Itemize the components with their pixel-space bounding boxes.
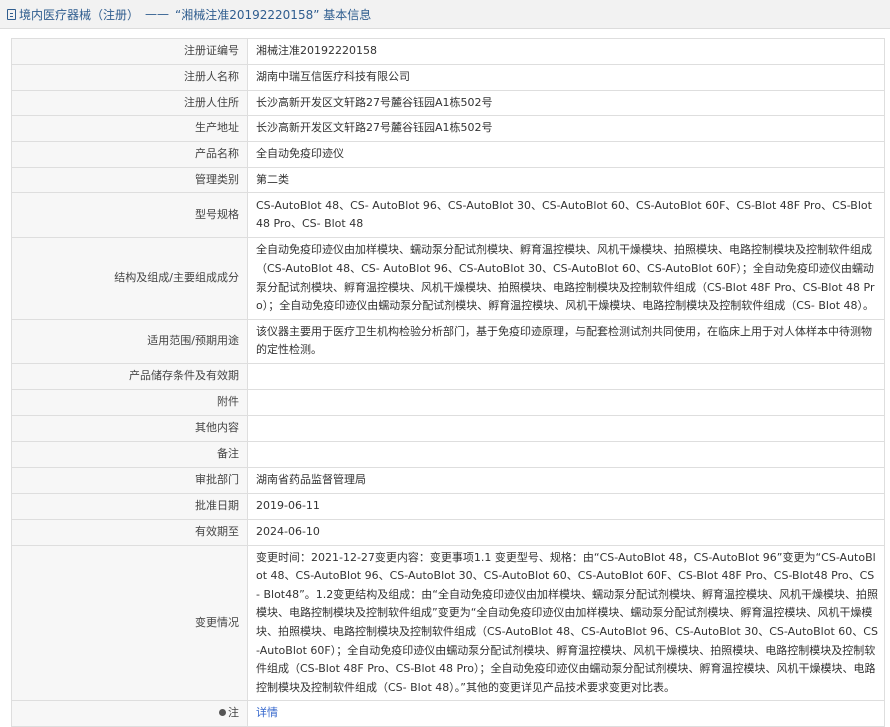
row-label: 产品名称 xyxy=(11,141,248,168)
header-category: 境内医疗器械（注册） xyxy=(19,7,140,22)
row-label: 有效期至 xyxy=(11,518,248,546)
details-link[interactable]: 详情 xyxy=(256,706,278,719)
table-row: 审批部门 湖南省药品监督管理局 xyxy=(11,466,885,494)
row-value: 长沙高新开发区文轩路27号麓谷钰园A1栋502号 xyxy=(247,115,885,143)
table-row: 注册人住所 长沙高新开发区文轩路27号麓谷钰园A1栋502号 xyxy=(11,89,885,117)
table-row: 结构及组成/主要组成成分 全自动免疫印迹仪由加样模块、蠕动泵分配试剂模块、孵育温控… xyxy=(11,237,885,320)
document-icon xyxy=(7,8,16,20)
info-table-container: 注册证编号 湘械注准20192220158 注册人名称 湖南中瑞互信医疗科技有限公司… xyxy=(11,38,885,727)
row-value: 2024-06-10 xyxy=(247,518,885,546)
table-row: 有效期至 2024-06-10 xyxy=(11,518,885,546)
row-label: 批准日期 xyxy=(11,492,248,520)
table-row: 产品名称 全自动免疫印迹仪 xyxy=(11,141,885,168)
info-table: 注册证编号 湘械注准20192220158 注册人名称 湖南中瑞互信医疗科技有限公司… xyxy=(11,38,885,727)
row-value: 湘械注准20192220158 xyxy=(247,38,885,65)
page-header: 境内医疗器械（注册） —— “湘械注准20192220158” 基本信息 xyxy=(0,0,890,29)
row-value xyxy=(247,388,885,416)
row-label: 结构及组成/主要组成成分 xyxy=(11,237,248,320)
table-row: 备注 xyxy=(11,440,885,468)
row-value xyxy=(247,414,885,442)
row-label: 注册人名称 xyxy=(11,64,248,91)
row-label: 其他内容 xyxy=(11,414,248,442)
table-row: 变更情况 变更时间：2021-12-27变更内容：变更事项1.1 变更型号、规格：… xyxy=(11,544,885,702)
table-row: 型号规格 CS-AutoBlot 48、CS- AutoBlot 96、CS-Au… xyxy=(11,192,885,239)
header-separator: —— xyxy=(145,7,170,21)
table-row: 注 详情 xyxy=(11,700,885,727)
row-value: 第二类 xyxy=(247,166,885,194)
table-row: 其他内容 xyxy=(11,414,885,442)
table-row: 管理类别 第二类 xyxy=(11,166,885,194)
table-row: 注册证编号 湘械注准20192220158 xyxy=(11,38,885,65)
note-label: 注 xyxy=(228,706,239,720)
row-label: 注册人住所 xyxy=(11,89,248,117)
row-label: 变更情况 xyxy=(11,544,248,702)
table-row: 附件 xyxy=(11,388,885,416)
row-label: 注册证编号 xyxy=(11,38,248,65)
row-label: 备注 xyxy=(11,440,248,468)
row-label: 附件 xyxy=(11,388,248,416)
row-value: CS-AutoBlot 48、CS- AutoBlot 96、CS-AutoBl… xyxy=(247,192,885,239)
row-label: 适用范围/预期用途 xyxy=(11,318,248,364)
row-label: 管理类别 xyxy=(11,166,248,194)
row-value: 2019-06-11 xyxy=(247,492,885,520)
table-row: 生产地址 长沙高新开发区文轩路27号麓谷钰园A1栋502号 xyxy=(11,115,885,143)
row-value: 湖南省药品监督管理局 xyxy=(247,466,885,494)
row-value: 变更时间：2021-12-27变更内容：变更事项1.1 变更型号、规格：由“CS… xyxy=(247,544,885,702)
table-row: 批准日期 2019-06-11 xyxy=(11,492,885,520)
row-value xyxy=(247,362,885,390)
row-label: 审批部门 xyxy=(11,466,248,494)
row-label: 产品储存条件及有效期 xyxy=(11,362,248,390)
note-value-cell: 详情 xyxy=(247,700,885,727)
row-value: 该仪器主要用于医疗卫生机构检验分析部门，基于免疫印迹原理，与配套检测试剂共同使用… xyxy=(247,318,885,364)
table-row: 注册人名称 湖南中瑞互信医疗科技有限公司 xyxy=(11,64,885,91)
row-value: 全自动免疫印迹仪 xyxy=(247,141,885,168)
table-row: 产品储存条件及有效期 xyxy=(11,362,885,390)
row-value: 湖南中瑞互信医疗科技有限公司 xyxy=(247,64,885,91)
row-value xyxy=(247,440,885,468)
bullet-icon xyxy=(219,708,226,716)
table-row: 适用范围/预期用途 该仪器主要用于医疗卫生机构检验分析部门，基于免疫印迹原理，与配… xyxy=(11,318,885,364)
header-title: “湘械注准20192220158” 基本信息 xyxy=(175,7,372,22)
row-value: 全自动免疫印迹仪由加样模块、蠕动泵分配试剂模块、孵育温控模块、风机干燥模块、拍照… xyxy=(247,237,885,320)
row-value: 长沙高新开发区文轩路27号麓谷钰园A1栋502号 xyxy=(247,89,885,117)
note-label-cell: 注 xyxy=(11,700,248,727)
row-label: 生产地址 xyxy=(11,115,248,143)
row-label: 型号规格 xyxy=(11,192,248,239)
